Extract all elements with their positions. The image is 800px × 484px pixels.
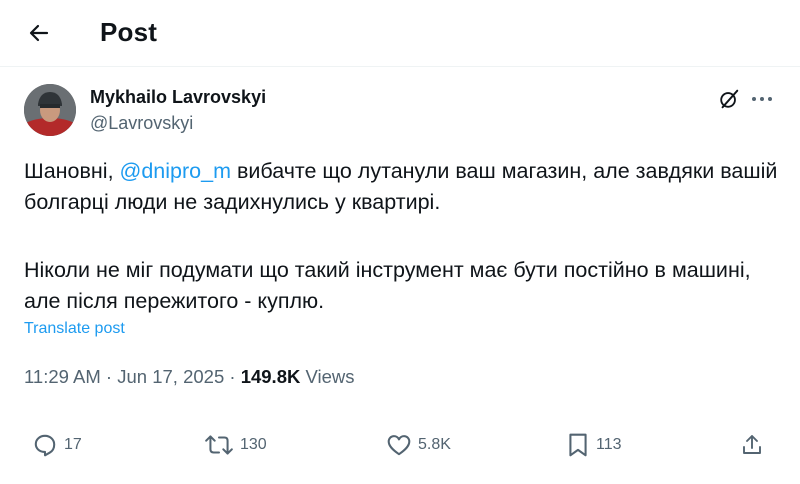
share-icon bbox=[743, 435, 761, 454]
page-title: Post bbox=[100, 17, 158, 47]
reply-icon bbox=[34, 434, 56, 457]
views-count: 149.8K bbox=[240, 366, 301, 387]
like-button[interactable]: 5.8K bbox=[386, 428, 451, 462]
share-button[interactable] bbox=[740, 428, 764, 462]
meta-separator: · bbox=[224, 366, 241, 387]
views-label: Views bbox=[300, 366, 355, 387]
repost-button[interactable]: 130 bbox=[204, 428, 267, 462]
avatar-image bbox=[24, 84, 76, 136]
post-header: Post bbox=[0, 0, 800, 66]
post-text-paragraph-2: Ніколи не міг подумати що такий інструме… bbox=[24, 258, 751, 313]
reply-count: 17 bbox=[64, 436, 82, 453]
bookmark-icon bbox=[569, 433, 587, 457]
back-arrow-icon bbox=[29, 24, 49, 42]
retweet-icon bbox=[205, 435, 233, 455]
meta-separator: · bbox=[100, 366, 118, 387]
like-count: 5.8K bbox=[418, 436, 451, 453]
bookmark-button[interactable]: 113 bbox=[566, 428, 622, 462]
post-text-prefix: Шановні, bbox=[24, 159, 120, 183]
author-handle[interactable]: @Lavrovskyi bbox=[90, 113, 193, 134]
grok-button[interactable] bbox=[716, 86, 742, 112]
post-meta: 11:29 AM · Jun 17, 2025 · 149.8K Views bbox=[24, 366, 355, 388]
post-time[interactable]: 11:29 AM bbox=[24, 366, 101, 387]
reply-button[interactable]: 17 bbox=[32, 428, 82, 462]
mention-link[interactable]: @dnipro_m bbox=[120, 159, 231, 183]
more-icon bbox=[752, 97, 772, 101]
grok-icon bbox=[720, 89, 739, 109]
post-text-paragraph-1: Шановні, @dnipro_m вибачте що лутанули в… bbox=[24, 156, 784, 218]
avatar[interactable] bbox=[24, 84, 76, 136]
like-icon bbox=[387, 435, 411, 456]
repost-count: 130 bbox=[240, 436, 267, 453]
more-button[interactable] bbox=[748, 86, 776, 112]
post-date[interactable]: Jun 17, 2025 bbox=[117, 366, 224, 387]
author-name[interactable]: Mykhailo Lavrovskyi bbox=[90, 87, 266, 108]
bookmark-count: 113 bbox=[596, 436, 622, 453]
translate-post-link[interactable]: Translate post bbox=[24, 320, 125, 338]
action-bar: 17 130 5.8K 113 bbox=[0, 428, 800, 462]
back-button[interactable] bbox=[22, 18, 56, 48]
header-divider bbox=[0, 66, 800, 67]
